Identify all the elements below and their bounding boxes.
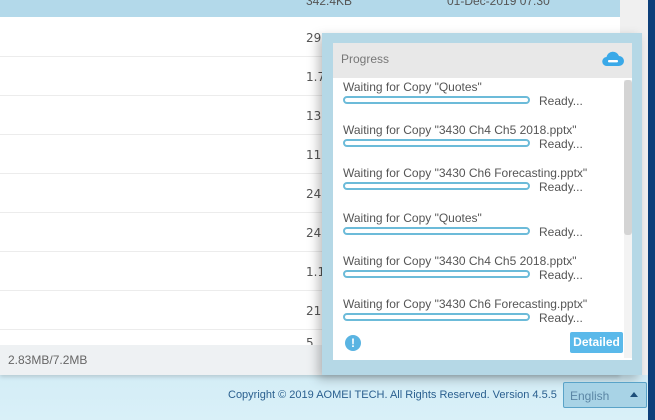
minimize-cloud-icon[interactable] <box>602 51 624 67</box>
item-status: Ready... <box>539 268 583 282</box>
file-size: 24 <box>306 187 322 201</box>
scrollbar-thumb[interactable] <box>624 80 632 235</box>
caret-up-icon <box>630 392 638 397</box>
file-size: 342.4KB <box>306 0 353 8</box>
copyright-text: Copyright © 2019 AOMEI TECH. All Rights … <box>228 389 557 401</box>
progress-item: Waiting for Copy "3430 Ch6 Forecasting.p… <box>343 166 623 206</box>
item-label: Waiting for Copy "3430 Ch6 Forecasting.p… <box>343 297 588 311</box>
progress-item: Waiting for Copy "Quotes" Ready... <box>343 80 623 120</box>
progress-item: Waiting for Copy "3430 Ch4 Ch5 2018.pptx… <box>343 123 623 163</box>
file-size: 21 <box>306 304 322 318</box>
language-value: English <box>570 389 610 403</box>
file-size: 13 <box>306 109 322 123</box>
item-label: Waiting for Copy "Quotes" <box>343 211 482 225</box>
progress-item: Waiting for Copy "3430 Ch4 Ch5 2018.pptx… <box>343 254 623 294</box>
progress-bar <box>343 182 530 190</box>
progress-header: Progress <box>333 43 632 78</box>
progress-item: Waiting for Copy "Quotes" Ready... <box>343 211 623 251</box>
item-label: Waiting for Copy "Quotes" <box>343 80 482 94</box>
item-status: Ready... <box>539 137 583 151</box>
item-label: Waiting for Copy "3430 Ch4 Ch5 2018.pptx… <box>343 123 577 137</box>
info-icon[interactable]: ! <box>345 335 361 351</box>
detailed-button[interactable]: Detailed <box>570 332 623 353</box>
item-label: Waiting for Copy "3430 Ch6 Forecasting.p… <box>343 166 588 180</box>
progress-bar <box>343 227 530 235</box>
item-status: Ready... <box>539 180 583 194</box>
item-label: Waiting for Copy "3430 Ch4 Ch5 2018.pptx… <box>343 254 577 268</box>
progress-scrollbar[interactable] <box>624 80 632 358</box>
file-date: 01-Dec-2019 07:30 <box>447 0 550 8</box>
progress-dialog: Progress Waiting for Copy "Quotes" Ready.… <box>322 33 642 375</box>
item-status: Ready... <box>539 225 583 239</box>
item-status: Ready... <box>539 311 583 325</box>
language-select[interactable]: English <box>563 382 647 408</box>
item-status: Ready... <box>539 94 583 108</box>
file-size: 11 <box>306 148 322 162</box>
progress-bar <box>343 139 530 147</box>
progress-item: Waiting for Copy "3430 Ch6 Forecasting.p… <box>343 297 623 337</box>
progress-bar <box>343 96 530 104</box>
progress-title: Progress <box>341 52 390 66</box>
progress-bar <box>343 270 530 278</box>
progress-list: Waiting for Copy "Quotes" Ready... Waitin… <box>333 78 632 360</box>
progress-bar <box>343 313 530 321</box>
file-size: 24 <box>306 226 322 240</box>
window-edge <box>648 0 655 420</box>
table-row-selected[interactable]: 342.4KB 01-Dec-2019 07:30 <box>0 0 620 17</box>
